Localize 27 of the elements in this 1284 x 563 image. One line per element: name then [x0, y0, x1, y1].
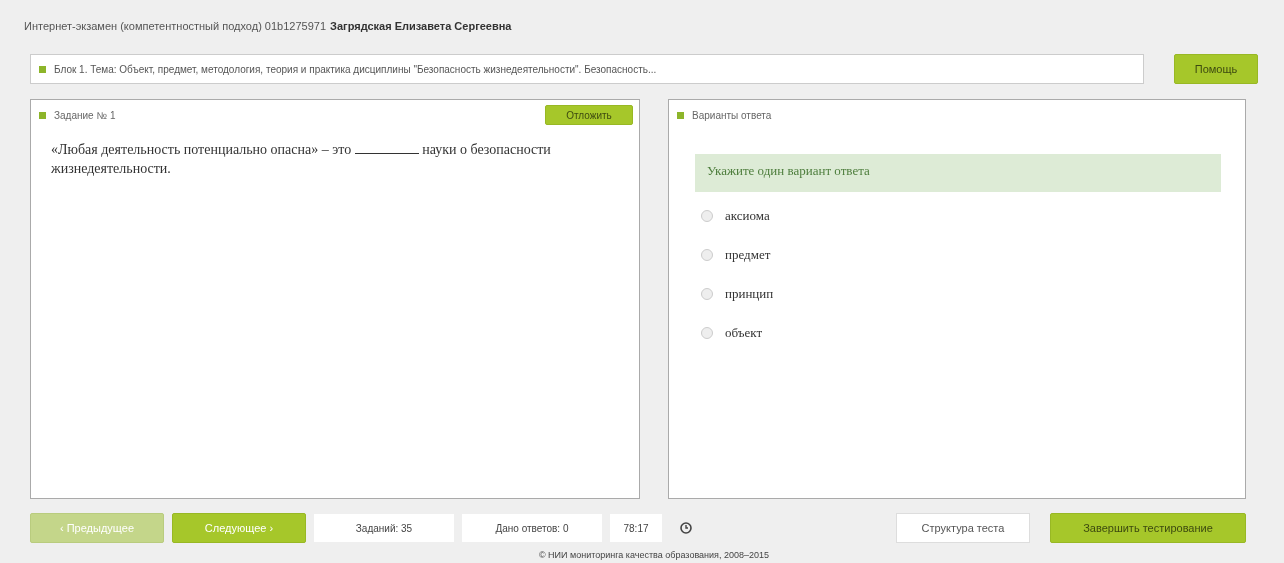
answer-option[interactable]: принцип — [725, 286, 774, 302]
timer: 78:17 — [610, 514, 662, 542]
square-icon — [677, 111, 684, 119]
answer-hint: Укажите один вариант ответа — [695, 154, 1221, 192]
postpone-button[interactable]: Отложить — [545, 105, 633, 125]
radio-button[interactable] — [701, 288, 713, 300]
answer-option[interactable]: предмет — [725, 247, 771, 263]
answer-option[interactable]: объект — [725, 325, 763, 341]
answers-title: Варианты ответа — [692, 109, 772, 121]
exam-title: Интернет-экзамен (компетентностный подход) 01b1275971 — [24, 20, 327, 32]
question-text: «Любая деятельность потенциально опасна» – это науки о безопасности жизнедеятельности. — [51, 140, 552, 178]
radio-button[interactable] — [701, 249, 713, 261]
finish-test-button[interactable]: Завершить тестирование — [1050, 513, 1246, 543]
answered-count: Дано ответов: 0 — [462, 514, 602, 542]
task-title: Задание № 1 — [54, 109, 116, 121]
square-icon — [39, 65, 46, 73]
student-name: Загрядская Елизавета Сергеевна — [330, 20, 512, 32]
square-icon — [39, 111, 46, 119]
clock-icon — [680, 522, 692, 534]
test-structure-button[interactable]: Структура теста — [896, 513, 1030, 543]
answer-option[interactable]: аксиома — [725, 208, 770, 224]
block-topic: Блок 1. Тема: Объект, предмет, методология, теория и практика дисциплины "Безопасность жизнедеятельности". Безопасность... — [54, 63, 657, 75]
radio-button[interactable] — [701, 210, 713, 222]
help-button[interactable]: Помощь — [1174, 54, 1258, 84]
tasks-count: Заданий: 35 — [314, 514, 454, 542]
radio-button[interactable] — [701, 327, 713, 339]
copyright-text: © НИИ мониторинга качества образования, 2008–2015 — [537, 550, 770, 560]
